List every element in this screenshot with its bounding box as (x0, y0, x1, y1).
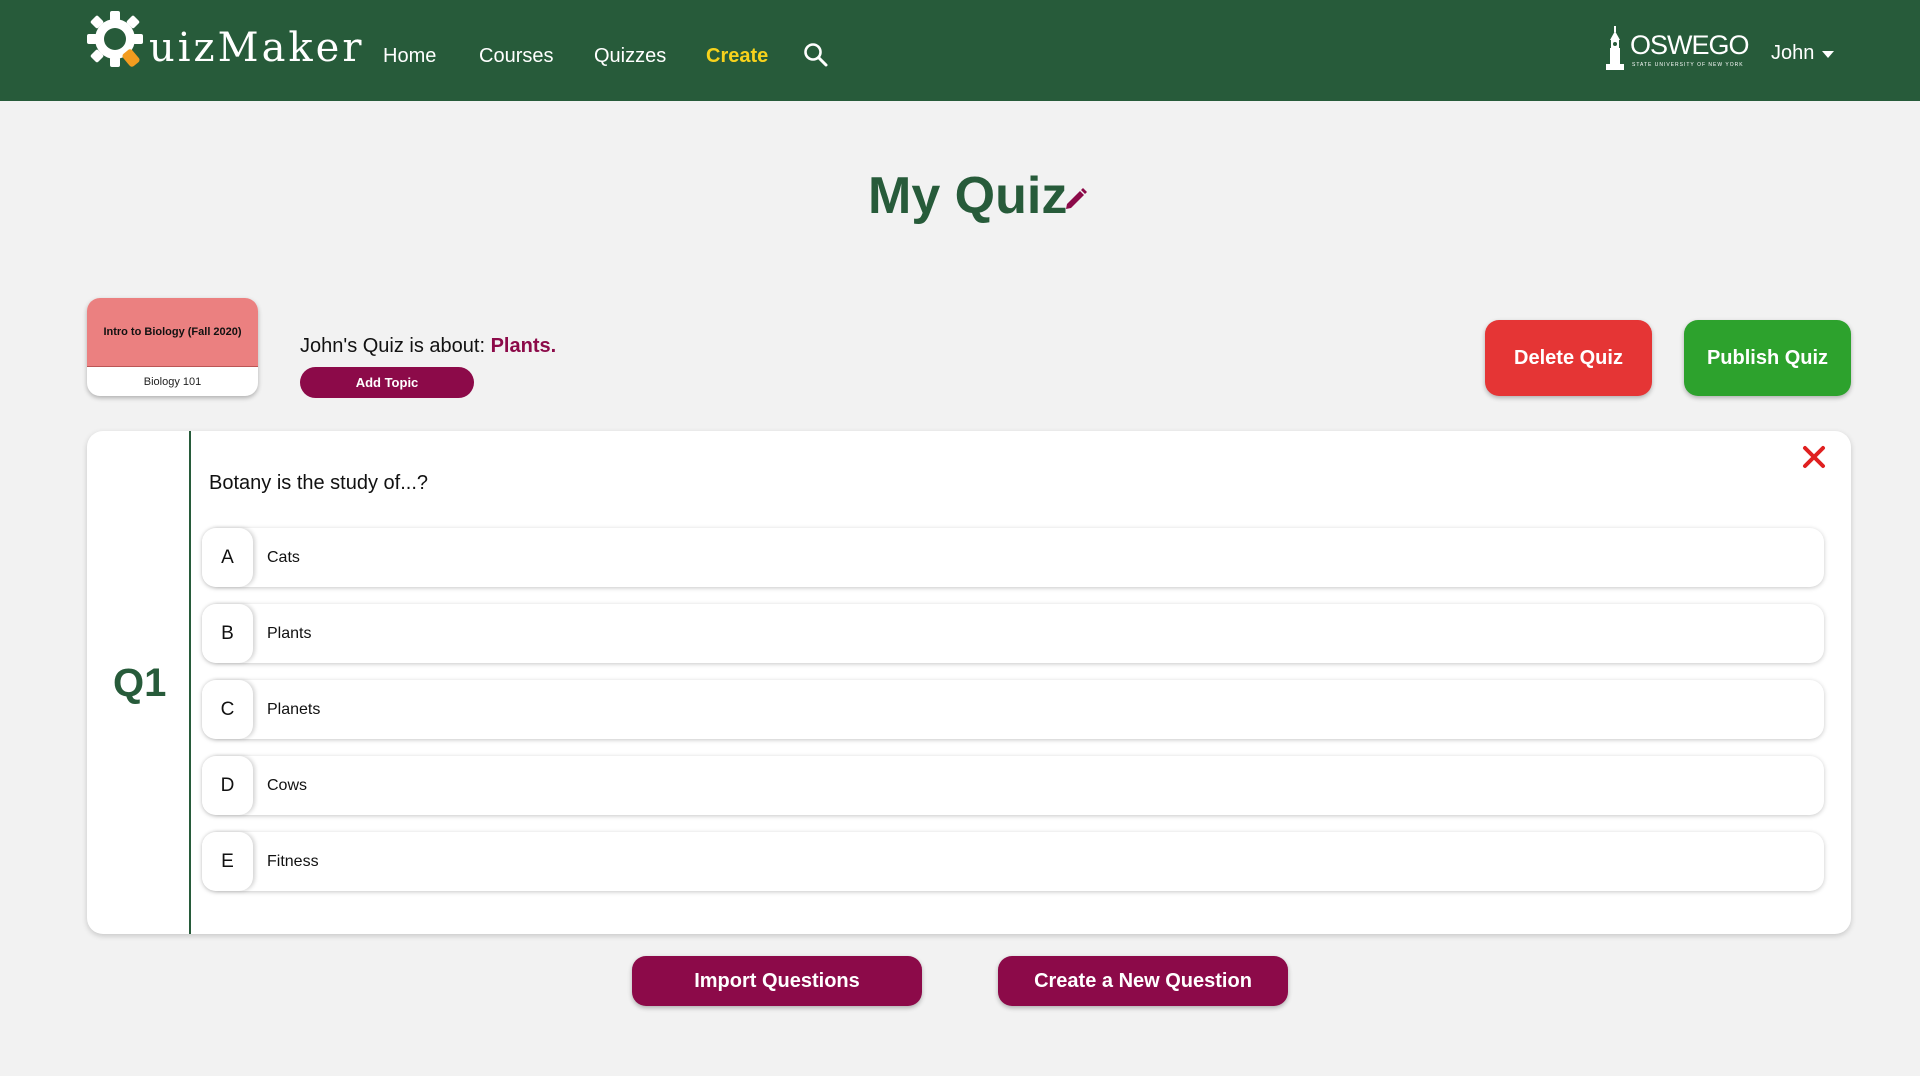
quizmaker-logo[interactable]: uizMaker (85, 8, 361, 74)
clock-tower-icon (1606, 26, 1624, 70)
search-icon[interactable] (803, 42, 829, 73)
user-name: John (1771, 42, 1815, 64)
answer-option-e[interactable]: E Fitness (202, 832, 1824, 891)
top-navigation-bar: uizMaker Home Courses Quizzes Create OSW… (0, 0, 1920, 101)
answer-option-d[interactable]: D Cows (202, 756, 1824, 815)
course-card[interactable]: Intro to Biology (Fall 2020) Biology 101 (87, 298, 258, 396)
publish-quiz-button[interactable]: Publish Quiz (1684, 320, 1851, 396)
quiz-topic-line: John's Quiz is about: Plants. (300, 334, 556, 358)
option-letter: C (202, 680, 253, 739)
course-code: Biology 101 (143, 375, 202, 388)
topic-suffix: . (550, 335, 557, 357)
create-new-question-button[interactable]: Create a New Question (998, 956, 1288, 1006)
oswego-subtitle: STATE UNIVERSITY OF NEW YORK (1632, 62, 1744, 68)
topic-name: Plants (490, 335, 551, 357)
question-divider (189, 431, 191, 934)
gear-q-icon (87, 11, 143, 67)
question-number: Q1 (113, 661, 167, 705)
logo-wordmark: uizMaker (149, 25, 365, 71)
option-text[interactable]: Planets (267, 680, 320, 739)
option-text[interactable]: Cats (267, 528, 300, 587)
user-menu[interactable]: John (1771, 41, 1835, 65)
nav-courses[interactable]: Courses (479, 44, 553, 68)
question-text[interactable]: Botany is the study of...? (209, 471, 428, 495)
answer-option-a[interactable]: A Cats (202, 528, 1824, 587)
oswego-wordmark: OSWEGO (1630, 30, 1750, 60)
option-letter: B (202, 604, 253, 663)
oswego-logo: OSWEGO STATE UNIVERSITY OF NEW YORK (1602, 26, 1750, 72)
option-text[interactable]: Plants (267, 604, 311, 663)
option-text[interactable]: Fitness (267, 832, 319, 891)
course-name: Intro to Biology (Fall 2020) (87, 298, 258, 367)
nav-quizzes[interactable]: Quizzes (594, 44, 666, 68)
answer-option-c[interactable]: C Planets (202, 680, 1824, 739)
import-questions-button[interactable]: Import Questions (632, 956, 922, 1006)
nav-create[interactable]: Create (706, 44, 768, 68)
close-icon[interactable] (1801, 444, 1827, 475)
option-text[interactable]: Cows (267, 756, 307, 815)
pencil-edit-icon[interactable] (1063, 186, 1089, 217)
option-letter: A (202, 528, 253, 587)
topic-prefix: John's Quiz is about: (300, 335, 486, 357)
chevron-down-icon (1822, 50, 1835, 58)
nav-home[interactable]: Home (383, 44, 436, 68)
delete-quiz-button[interactable]: Delete Quiz (1485, 320, 1652, 396)
add-topic-button[interactable]: Add Topic (300, 367, 474, 398)
question-card: Q1 Botany is the study of...? A Cats B P… (87, 431, 1851, 934)
option-letter: D (202, 756, 253, 815)
page-title: My Quiz (868, 167, 1068, 225)
option-letter: E (202, 832, 253, 891)
answer-option-b[interactable]: B Plants (202, 604, 1824, 663)
